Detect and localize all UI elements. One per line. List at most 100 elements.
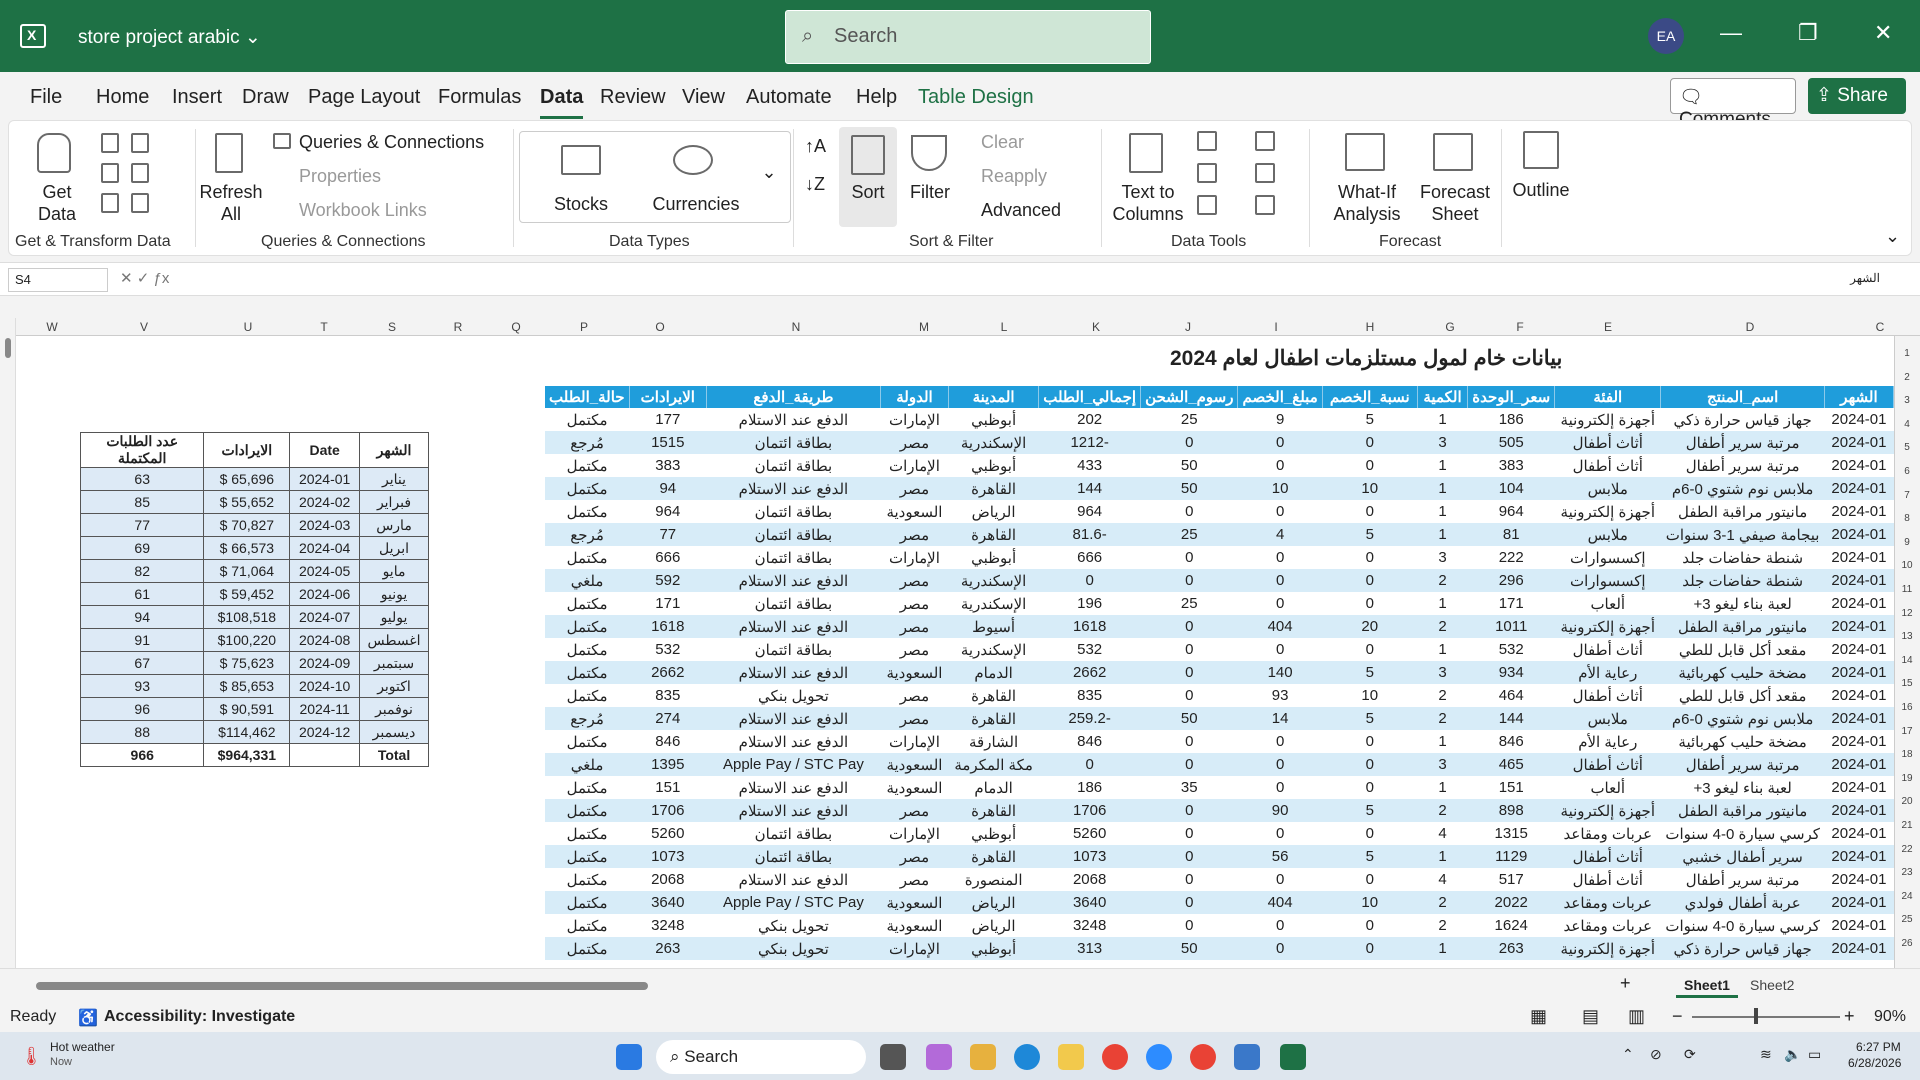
table-cell[interactable]: 2024-01 [1824,477,1894,500]
chrome-profile-icon[interactable] [1190,1044,1216,1070]
table-cell[interactable]: 186 [1038,776,1141,799]
table-cell[interactable]: 263 [1467,937,1555,960]
table-cell[interactable]: 3640 [1038,891,1141,914]
table-cell[interactable]: جهاز قياس حرارة ذكي [1660,408,1825,431]
table-cell[interactable]: 404 [1237,891,1323,914]
table-cell[interactable]: 94 [629,477,707,500]
table-cell[interactable]: 0 [1322,569,1418,592]
table-cell[interactable]: الإسكندرية [948,569,1039,592]
table-row[interactable]: 2024-01 مرتبة سرير أطفال أثاث أطفال 505 3 0 0 0… [545,431,1894,454]
summary-cell[interactable]: $100,220 [203,628,291,652]
table-cell[interactable]: 0 [1237,730,1323,753]
table-cell[interactable]: 1 [1417,776,1468,799]
table-cell[interactable]: 50 [1140,937,1238,960]
accessibility-status[interactable]: Accessibility: Investigate [104,1008,295,1026]
table-cell[interactable]: 1 [1417,454,1468,477]
table-cell[interactable]: بطاقة ائتمان [706,592,881,615]
table-cell[interactable]: مانيتور مراقبة الطفل [1660,799,1825,822]
table-cell[interactable]: 0 [1140,661,1238,684]
row-header[interactable]: 25 [1896,914,1918,925]
table-cell[interactable]: 171 [629,592,707,615]
table-cell[interactable]: 2024-01 [1824,891,1894,914]
table-cell[interactable]: 3 [1417,661,1468,684]
table-cell[interactable]: مكتمل [545,799,630,822]
table-cell[interactable]: 846 [1038,730,1141,753]
table-cell[interactable]: السعودية [880,661,949,684]
table-cell[interactable]: 144 [1038,477,1141,500]
snipping-tool-icon[interactable] [970,1044,996,1070]
table-cell[interactable]: 1618 [629,615,707,638]
table-cell[interactable]: 0 [1322,592,1418,615]
table-cell[interactable]: مكتمل [545,408,630,431]
table-cell[interactable]: 5 [1322,845,1418,868]
table-cell[interactable]: 0 [1237,546,1323,569]
table-cell[interactable]: أثاث أطفال [1554,845,1661,868]
table-cell[interactable]: أبوظبي [948,408,1039,431]
table-cell[interactable]: القاهرة [948,477,1039,500]
table-cell[interactable]: الإسكندرية [948,592,1039,615]
table-cell[interactable]: 4 [1417,868,1468,891]
table-cell[interactable]: مصر [880,477,949,500]
table-cell[interactable]: كرسي سيارة 0-4 سنوات [1660,914,1825,937]
table-row[interactable]: 2024-01 مانيتور مراقبة الطفل أجهزة إلكترون… [545,500,1894,523]
page-break-view-icon[interactable]: ▥ [1628,1006,1645,1027]
table-row[interactable]: 2024-01 ملابس نوم شتوي 0-6م ملابس 104 1 10 10 5… [545,477,1894,500]
table-cell[interactable]: 532 [629,638,707,661]
summary-cell[interactable]: $ 59,452 [203,582,291,606]
currencies-button[interactable]: Currencies [649,193,743,215]
copilot-icon[interactable] [926,1044,952,1070]
table-cell[interactable]: 171 [1467,592,1555,615]
row-header[interactable]: 14 [1896,655,1918,666]
table-cell[interactable]: 0 [1237,776,1323,799]
zoom-app-icon[interactable] [1146,1044,1172,1070]
what-if-analysis-button[interactable]: What-If Analysis [1319,181,1415,225]
table-cell[interactable]: 1315 [1467,822,1555,845]
table-header-cell[interactable]: مبلغ_الخصم [1237,386,1323,408]
column-header[interactable]: C [1868,320,1892,334]
summary-cell[interactable]: 69 [79,536,205,560]
table-cell[interactable]: بطاقة ائتمان [706,500,881,523]
recent-sources-icon[interactable] [131,133,149,153]
table-cell[interactable]: 1 [1417,638,1468,661]
table-cell[interactable]: 0 [1237,868,1323,891]
row-header[interactable]: 9 [1896,537,1918,548]
row-header[interactable]: 7 [1896,490,1918,501]
existing-connections-icon[interactable] [131,163,149,183]
table-cell[interactable]: 0 [1140,753,1238,776]
table-cell[interactable]: Apple Pay / STC Pay [706,753,881,776]
table-cell[interactable]: ملابس [1554,707,1661,730]
table-row[interactable]: 2024-01 جهاز قياس حرارة ذكي أجهزة إلكتروني… [545,937,1894,960]
gallery-more-icon[interactable]: ⌄ [755,161,783,183]
table-cell[interactable]: 2024-01 [1824,408,1894,431]
table-cell[interactable]: الإمارات [880,822,949,845]
sort-descending-icon[interactable]: ↓Z [805,173,825,195]
table-cell[interactable]: 898 [1467,799,1555,822]
table-cell[interactable]: الرياض [948,500,1039,523]
reapply-button[interactable]: Reapply [981,165,1047,187]
table-cell[interactable]: 2024-01 [1824,937,1894,960]
table-cell[interactable]: 3 [1417,753,1468,776]
summary-cell[interactable]: $ 66,573 [203,536,291,560]
table-header-cell[interactable]: إجمالي_الطلب [1038,386,1142,408]
table-cell[interactable]: 0 [1322,546,1418,569]
row-header[interactable]: 4 [1896,419,1918,430]
table-cell[interactable]: 0 [1237,592,1323,615]
table-cell[interactable]: 465 [1467,753,1555,776]
table-cell[interactable]: مكتمل [545,638,630,661]
table-cell[interactable]: 1 [1417,408,1468,431]
table-cell[interactable]: بطاقة ائتمان [706,638,881,661]
table-cell[interactable]: 2024-01 [1824,776,1894,799]
column-header[interactable]: F [1508,320,1532,334]
column-header[interactable]: D [1738,320,1762,334]
table-cell[interactable]: الدفع عند الاستلام [706,661,881,684]
table-cell[interactable]: 0 [1140,684,1238,707]
table-cell[interactable]: الرياض [948,914,1039,937]
column-header[interactable]: P [572,320,596,334]
table-cell[interactable]: مصر [880,868,949,891]
search-input[interactable]: ⌕ Search [785,10,1151,64]
table-cell[interactable]: 313 [1038,937,1141,960]
table-cell[interactable]: 5 [1322,523,1418,546]
table-cell[interactable]: أثاث أطفال [1554,753,1661,776]
row-header[interactable]: 2 [1896,372,1918,383]
table-cell[interactable]: شنطة حفاضات جلد [1660,569,1825,592]
